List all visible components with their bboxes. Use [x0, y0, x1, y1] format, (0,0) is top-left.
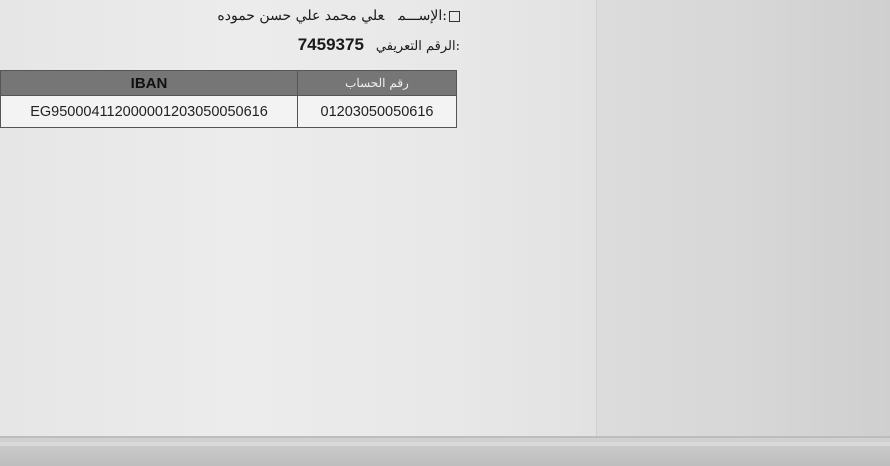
iban-header: IBAN — [0, 70, 298, 96]
iban-cell: EG950004112000001203050050616 — [0, 95, 298, 128]
document-page: :الإســـم علي محمد علي حسن حموده :الرقم ا… — [0, 0, 596, 436]
id-line: :الرقم التعريفي 7459375 — [240, 35, 460, 59]
name-value: علي محمد علي حسن حموده — [217, 8, 385, 24]
table-row: EG950004112000001203050050616 0120305005… — [0, 95, 457, 128]
id-value: 7459375 — [297, 35, 364, 54]
account-number-header: رقم الحساب — [297, 70, 457, 96]
name-line: :الإســـم علي محمد علي حسن حموده — [140, 8, 460, 30]
account-table: IBAN رقم الحساب EG9500041120000012030500… — [0, 70, 457, 128]
name-checkbox[interactable] — [449, 10, 460, 22]
name-label: :الإســـم — [398, 8, 447, 24]
right-panel — [596, 0, 890, 436]
bottom-bar — [0, 436, 890, 466]
screen: :الإســـم علي محمد علي حسن حموده :الرقم ا… — [0, 0, 890, 466]
table-header-row: IBAN رقم الحساب — [0, 70, 457, 96]
account-number-cell: 01203050050616 — [297, 95, 457, 128]
id-label: :الرقم التعريفي — [375, 39, 460, 54]
bottom-bar-edge — [0, 442, 890, 446]
